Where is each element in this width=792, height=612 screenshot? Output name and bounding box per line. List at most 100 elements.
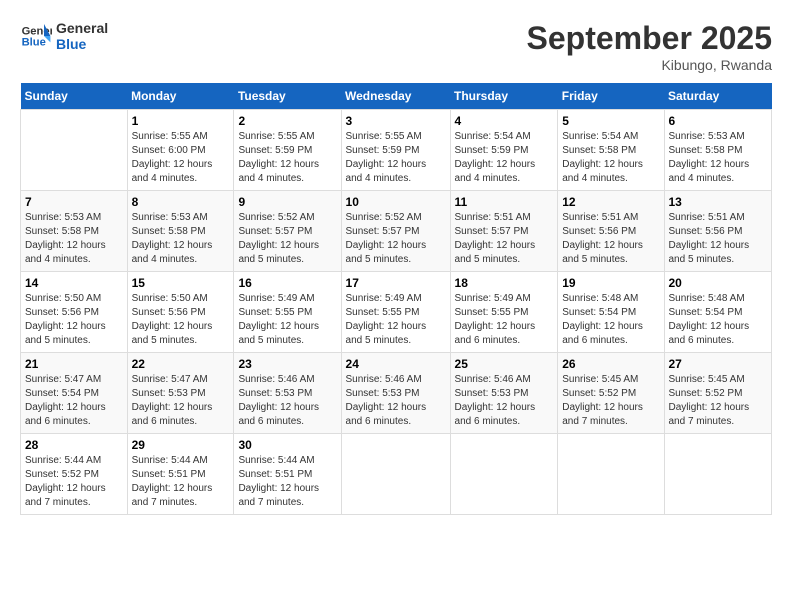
day-info: Sunrise: 5:55 AM Sunset: 5:59 PM Dayligh… — [346, 130, 446, 186]
day-number: 28 — [25, 438, 123, 452]
calendar-cell: 26 Sunrise: 5:45 AM Sunset: 5:52 PM Dayli… — [558, 353, 664, 434]
logo: General Blue General Blue — [20, 20, 108, 52]
calendar-cell — [664, 434, 772, 515]
calendar-cell: 16Sunrise: 5:49 AM Sunset: 5:55 PM Dayli… — [234, 272, 341, 353]
day-info: Sunrise: 5:44 AM Sunset: 5:51 PM Dayligh… — [238, 454, 336, 510]
calendar-cell: 27 Sunrise: 5:45 AM Sunset: 5:52 PM Dayli… — [664, 353, 772, 434]
calendar-cell: 30 Sunrise: 5:44 AM Sunset: 5:51 PM Dayli… — [234, 434, 341, 515]
day-info: Sunrise: 5:55 AM Sunset: 5:59 PM Dayligh… — [238, 130, 336, 186]
day-info: Sunrise: 5:45 AM Sunset: 5:52 PM Dayligh… — [562, 373, 659, 429]
day-number: 7 — [25, 195, 123, 209]
day-number: 6 — [669, 114, 768, 128]
logo-line2: Blue — [56, 36, 108, 52]
day-info: Sunrise: 5:54 AM Sunset: 5:58 PM Dayligh… — [562, 130, 659, 186]
calendar-week-2: 7 Sunrise: 5:53 AM Sunset: 5:58 PM Daylig… — [21, 191, 772, 272]
calendar-cell: 6 Sunrise: 5:53 AM Sunset: 5:58 PM Daylig… — [664, 110, 772, 191]
day-info: Sunrise: 5:50 AM Sunset: 5:56 PM Dayligh… — [25, 292, 123, 348]
header-row: SundayMondayTuesdayWednesdayThursdayFrid… — [21, 83, 772, 110]
calendar-cell: 9Sunrise: 5:52 AM Sunset: 5:57 PM Daylig… — [234, 191, 341, 272]
day-info: Sunrise: 5:53 AM Sunset: 5:58 PM Dayligh… — [25, 211, 123, 267]
day-info: Sunrise: 5:54 AM Sunset: 5:59 PM Dayligh… — [455, 130, 554, 186]
calendar-cell: 28 Sunrise: 5:44 AM Sunset: 5:52 PM Dayli… — [21, 434, 128, 515]
day-number: 30 — [238, 438, 336, 452]
day-info: Sunrise: 5:46 AM Sunset: 5:53 PM Dayligh… — [346, 373, 446, 429]
day-info: Sunrise: 5:50 AM Sunset: 5:56 PM Dayligh… — [132, 292, 230, 348]
day-info: Sunrise: 5:53 AM Sunset: 5:58 PM Dayligh… — [669, 130, 768, 186]
day-number: 19 — [562, 276, 659, 290]
day-info: Sunrise: 5:48 AM Sunset: 5:54 PM Dayligh… — [669, 292, 768, 348]
day-info: Sunrise: 5:44 AM Sunset: 5:51 PM Dayligh… — [132, 454, 230, 510]
calendar-cell: 17 Sunrise: 5:49 AM Sunset: 5:55 PM Dayli… — [341, 272, 450, 353]
day-info: Sunrise: 5:52 AM Sunset: 5:57 PM Dayligh… — [238, 211, 336, 267]
day-number: 26 — [562, 357, 659, 371]
logo-line1: General — [56, 20, 108, 36]
day-header-sunday: Sunday — [21, 83, 128, 110]
day-number: 24 — [346, 357, 446, 371]
svg-text:Blue: Blue — [22, 37, 46, 49]
day-info: Sunrise: 5:48 AM Sunset: 5:54 PM Dayligh… — [562, 292, 659, 348]
calendar-cell: 10Sunrise: 5:52 AM Sunset: 5:57 PM Dayli… — [341, 191, 450, 272]
calendar-cell: 23 Sunrise: 5:46 AM Sunset: 5:53 PM Dayli… — [234, 353, 341, 434]
calendar-cell: 11Sunrise: 5:51 AM Sunset: 5:57 PM Dayli… — [450, 191, 558, 272]
calendar-cell: 19 Sunrise: 5:48 AM Sunset: 5:54 PM Dayli… — [558, 272, 664, 353]
calendar-cell: 18 Sunrise: 5:49 AM Sunset: 5:55 PM Dayli… — [450, 272, 558, 353]
page-header: General Blue General Blue September 2025… — [20, 20, 772, 73]
calendar-cell — [341, 434, 450, 515]
calendar-cell: 2 Sunrise: 5:55 AM Sunset: 5:59 PM Daylig… — [234, 110, 341, 191]
calendar-cell: 7 Sunrise: 5:53 AM Sunset: 5:58 PM Daylig… — [21, 191, 128, 272]
title-section: September 2025 Kibungo, Rwanda — [527, 20, 772, 73]
calendar-cell: 24 Sunrise: 5:46 AM Sunset: 5:53 PM Dayli… — [341, 353, 450, 434]
calendar-cell: 20 Sunrise: 5:48 AM Sunset: 5:54 PM Dayli… — [664, 272, 772, 353]
day-number: 20 — [669, 276, 768, 290]
calendar-cell: 14 Sunrise: 5:50 AM Sunset: 5:56 PM Dayli… — [21, 272, 128, 353]
calendar-week-3: 14 Sunrise: 5:50 AM Sunset: 5:56 PM Dayli… — [21, 272, 772, 353]
calendar-cell: 25Sunrise: 5:46 AM Sunset: 5:53 PM Dayli… — [450, 353, 558, 434]
day-number: 22 — [132, 357, 230, 371]
calendar-cell: 12 Sunrise: 5:51 AM Sunset: 5:56 PM Dayli… — [558, 191, 664, 272]
calendar-cell: 13Sunrise: 5:51 AM Sunset: 5:56 PM Dayli… — [664, 191, 772, 272]
calendar-cell — [21, 110, 128, 191]
calendar-cell: 4 Sunrise: 5:54 AM Sunset: 5:59 PM Daylig… — [450, 110, 558, 191]
calendar-cell: 3Sunrise: 5:55 AM Sunset: 5:59 PM Daylig… — [341, 110, 450, 191]
calendar-cell: 29 Sunrise: 5:44 AM Sunset: 5:51 PM Dayli… — [127, 434, 234, 515]
day-header-wednesday: Wednesday — [341, 83, 450, 110]
day-info: Sunrise: 5:46 AM Sunset: 5:53 PM Dayligh… — [455, 373, 554, 429]
month-title: September 2025 — [527, 20, 772, 57]
day-header-tuesday: Tuesday — [234, 83, 341, 110]
day-info: Sunrise: 5:49 AM Sunset: 5:55 PM Dayligh… — [238, 292, 336, 348]
calendar-cell: 22 Sunrise: 5:47 AM Sunset: 5:53 PM Dayli… — [127, 353, 234, 434]
day-info: Sunrise: 5:47 AM Sunset: 5:54 PM Dayligh… — [25, 373, 123, 429]
day-number: 2 — [238, 114, 336, 128]
day-number: 12 — [562, 195, 659, 209]
day-number: 23 — [238, 357, 336, 371]
day-info: Sunrise: 5:47 AM Sunset: 5:53 PM Dayligh… — [132, 373, 230, 429]
day-info: Sunrise: 5:53 AM Sunset: 5:58 PM Dayligh… — [132, 211, 230, 267]
day-number: 27 — [669, 357, 768, 371]
day-header-friday: Friday — [558, 83, 664, 110]
day-number: 21 — [25, 357, 123, 371]
day-number: 17 — [346, 276, 446, 290]
day-info: Sunrise: 5:45 AM Sunset: 5:52 PM Dayligh… — [669, 373, 768, 429]
day-info: Sunrise: 5:51 AM Sunset: 5:56 PM Dayligh… — [669, 211, 768, 267]
calendar-cell: 21 Sunrise: 5:47 AM Sunset: 5:54 PM Dayli… — [21, 353, 128, 434]
day-info: Sunrise: 5:51 AM Sunset: 5:56 PM Dayligh… — [562, 211, 659, 267]
day-info: Sunrise: 5:49 AM Sunset: 5:55 PM Dayligh… — [455, 292, 554, 348]
calendar-week-1: 1Sunrise: 5:55 AM Sunset: 6:00 PM Daylig… — [21, 110, 772, 191]
calendar-cell — [450, 434, 558, 515]
day-number: 18 — [455, 276, 554, 290]
day-info: Sunrise: 5:49 AM Sunset: 5:55 PM Dayligh… — [346, 292, 446, 348]
day-info: Sunrise: 5:55 AM Sunset: 6:00 PM Dayligh… — [132, 130, 230, 186]
calendar-cell: 15Sunrise: 5:50 AM Sunset: 5:56 PM Dayli… — [127, 272, 234, 353]
day-number: 29 — [132, 438, 230, 452]
logo-icon: General Blue — [20, 20, 52, 52]
day-info: Sunrise: 5:51 AM Sunset: 5:57 PM Dayligh… — [455, 211, 554, 267]
calendar-cell: 5 Sunrise: 5:54 AM Sunset: 5:58 PM Daylig… — [558, 110, 664, 191]
day-number: 4 — [455, 114, 554, 128]
day-number: 5 — [562, 114, 659, 128]
day-info: Sunrise: 5:44 AM Sunset: 5:52 PM Dayligh… — [25, 454, 123, 510]
day-number: 14 — [25, 276, 123, 290]
calendar-cell: 8Sunrise: 5:53 AM Sunset: 5:58 PM Daylig… — [127, 191, 234, 272]
day-number: 10 — [346, 195, 446, 209]
day-info: Sunrise: 5:46 AM Sunset: 5:53 PM Dayligh… — [238, 373, 336, 429]
day-header-saturday: Saturday — [664, 83, 772, 110]
